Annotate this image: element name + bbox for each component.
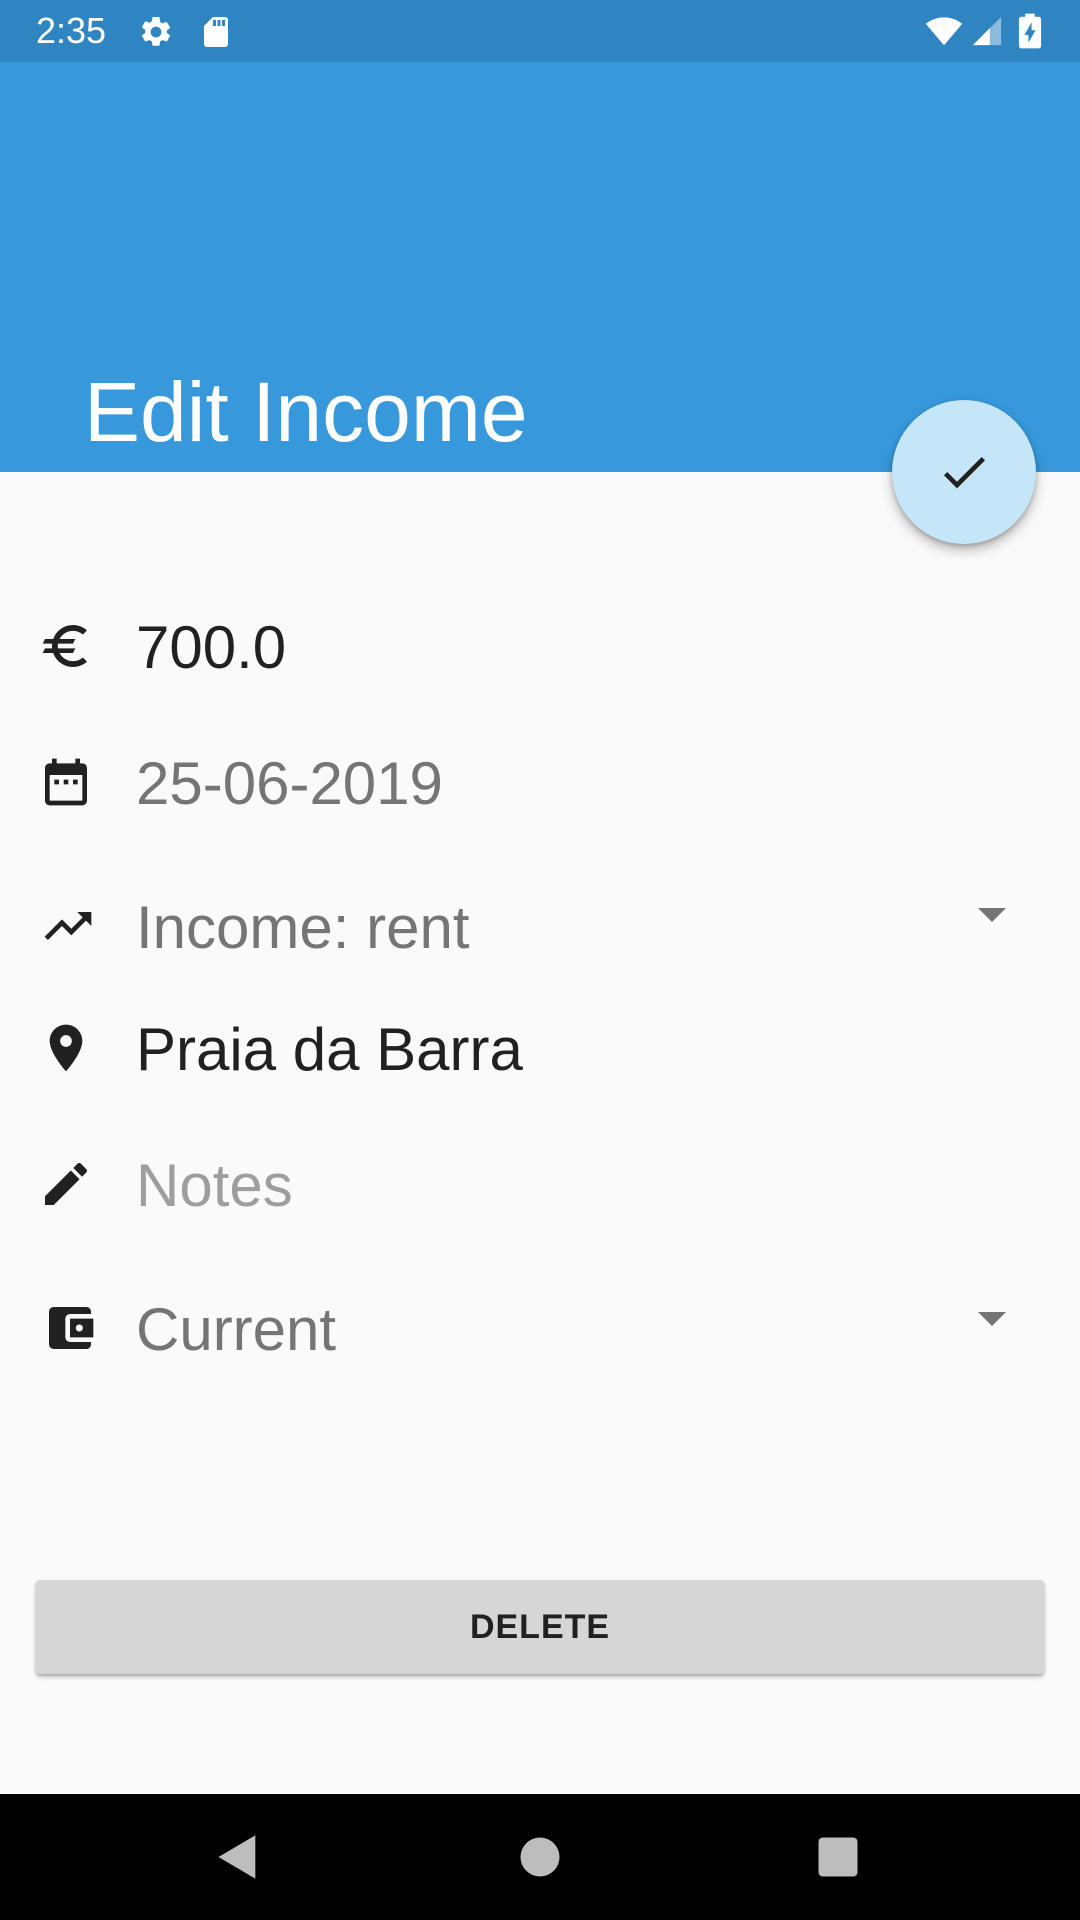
edit-income-screen: 2:35 Edit Income 700.0 25-06-2019 Income…: [0, 0, 1080, 1920]
home-icon[interactable]: [514, 1831, 566, 1883]
chevron-down-icon: [978, 1312, 1006, 1326]
status-bar: 2:35: [0, 0, 1080, 62]
back-icon[interactable]: [212, 1831, 264, 1883]
sd-card-icon: [204, 17, 228, 47]
wallet-icon: [49, 1307, 94, 1349]
save-fab-button[interactable]: [892, 400, 1036, 544]
pencil-icon: [45, 1162, 88, 1205]
amount-field[interactable]: 700.0: [0, 594, 1080, 704]
euro-icon: [42, 625, 87, 667]
location-value: Praia da Barra: [136, 1016, 523, 1083]
category-value: Income: rent: [136, 894, 470, 961]
calendar-icon: [45, 758, 87, 806]
location-field[interactable]: Praia da Barra: [0, 996, 1080, 1106]
account-dropdown[interactable]: Current: [0, 1276, 1080, 1386]
navigation-bar: [0, 1794, 1080, 1920]
amount-value: 700.0: [136, 614, 287, 681]
notes-field[interactable]: Notes: [0, 1132, 1080, 1242]
account-value: Current: [136, 1296, 337, 1363]
wifi-icon: [925, 17, 963, 46]
recents-icon[interactable]: [812, 1831, 864, 1883]
cell-signal-icon: [972, 16, 1002, 46]
page-title: Edit Income: [84, 365, 528, 459]
location-pin-icon: [49, 1024, 83, 1072]
check-icon: [943, 457, 985, 489]
status-time: 2:35: [36, 10, 107, 51]
date-field[interactable]: 25-06-2019: [0, 730, 1080, 840]
gear-icon: [142, 16, 171, 46]
delete-button[interactable]: DELETE: [36, 1580, 1044, 1674]
chevron-down-icon: [978, 908, 1006, 922]
app-bar: Edit Income: [0, 62, 1080, 472]
date-value: 25-06-2019: [136, 750, 443, 817]
trending-up-icon: [44, 912, 92, 940]
notes-placeholder: Notes: [136, 1152, 293, 1219]
battery-charging-icon: [1018, 13, 1042, 49]
category-dropdown[interactable]: Income: rent: [0, 874, 1080, 984]
